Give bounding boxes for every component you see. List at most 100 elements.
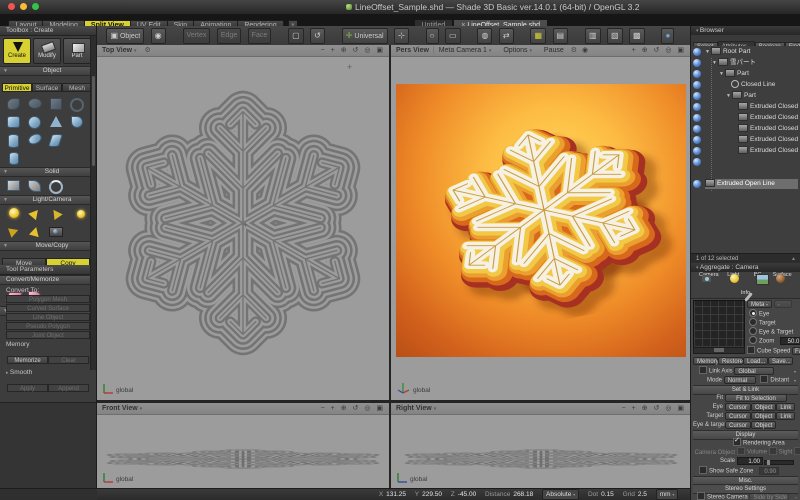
pers-view-label[interactable]: Pers View — [396, 47, 429, 54]
wedge-primitive-icon[interactable] — [66, 113, 87, 131]
cylinder-primitive-icon[interactable] — [3, 131, 24, 149]
solid-sweep-icon[interactable] — [24, 177, 45, 195]
right-view-label[interactable]: Right View — [396, 405, 432, 412]
render-flag-toggle[interactable] — [693, 147, 701, 155]
smooth-apply-button[interactable]: Apply — [7, 384, 48, 392]
ambient-light-icon[interactable] — [24, 223, 45, 241]
zoom-value-field[interactable]: 50.0 — [780, 337, 800, 345]
eye-link-button[interactable]: Link — [776, 403, 795, 411]
edge-mode-button[interactable]: Edge — [217, 28, 241, 44]
unit-dropdown[interactable]: mm ▾ — [656, 489, 679, 500]
front-view-label[interactable]: Front View — [102, 405, 138, 412]
tab-surface[interactable]: Surface — [32, 83, 62, 92]
small-cylinder-primitive-icon[interactable] — [3, 149, 24, 167]
face-mode-button[interactable]: Face — [248, 28, 272, 44]
link-axis-dropdown[interactable]: Global ▾ — [734, 367, 774, 375]
tab-mesh[interactable]: Mesh — [62, 83, 92, 92]
linear-light-icon[interactable] — [3, 223, 24, 241]
aggregate-tab-bg[interactable]: BG — [748, 272, 768, 278]
render-flag-toggle[interactable] — [693, 136, 701, 144]
convert-joint-object-button[interactable]: Joint Object — [6, 331, 90, 339]
render-flag-toggle[interactable] — [693, 103, 701, 111]
view-settings-gear-icon[interactable]: ⚙ — [145, 47, 151, 54]
tree-item-part-2[interactable]: ▼Part — [726, 91, 756, 101]
tree-item-extruded-closed[interactable]: Extruded Closed — [738, 102, 798, 112]
top-view-global-label[interactable]: global — [116, 387, 133, 394]
close-window-icon[interactable] — [8, 3, 15, 10]
smooth-append-button[interactable]: Append — [48, 384, 89, 392]
safe-zone-value-field[interactable]: 0.90 — [759, 467, 779, 475]
distant-light-icon[interactable] — [45, 205, 66, 223]
pers-render-image[interactable] — [396, 84, 686, 357]
front-view-controls[interactable]: − + ⊕ ↺ ◎ ▣ — [321, 403, 385, 414]
radio-eye-row[interactable]: Eye — [749, 310, 798, 318]
convert-memorize-header[interactable]: Convert/Memorize — [0, 275, 96, 285]
sphere-primitive-icon[interactable] — [24, 113, 45, 131]
rotate-view-button[interactable]: ◍ — [477, 28, 492, 44]
pers-pause-button[interactable]: Pause — [544, 47, 564, 54]
pers-options-menu[interactable]: Options — [503, 47, 527, 54]
meta-dropdown[interactable]: Meta ▾ — [747, 300, 772, 308]
stereo-camera-checkbox[interactable] — [697, 492, 705, 500]
eye-radio[interactable] — [749, 309, 757, 317]
tree-item-extruded-open-line[interactable]: Extruded Open Line — [705, 179, 798, 189]
target-radio[interactable] — [749, 318, 757, 326]
render-flag-toggle[interactable] — [693, 180, 701, 188]
coordinate-mode-dropdown[interactable]: Absolute ▾ — [542, 489, 579, 500]
light-toggle-button[interactable]: ○ — [426, 28, 439, 44]
cube-speed-value-dropdown[interactable]: Fa▾ — [792, 347, 800, 355]
camera-mode-button[interactable]: ◉ — [151, 28, 166, 44]
meta-sub-dropdown[interactable]: ▾ — [774, 300, 792, 308]
disc-primitive-icon[interactable] — [24, 131, 45, 149]
extrude-tool-icon[interactable] — [45, 95, 66, 113]
tree-item-snow-part[interactable]: ▼雪パート — [712, 58, 756, 68]
render-flag-toggle[interactable] — [693, 158, 701, 166]
spot-light-icon[interactable] — [24, 205, 45, 223]
tree-item-extruded-closed[interactable]: Extruded Closed — [738, 113, 798, 123]
memorize-button[interactable]: Memorize — [7, 356, 48, 364]
aggregate-tab-info[interactable]: Info — [736, 290, 756, 296]
move-copy-section-header[interactable]: ▼Move/Copy — [0, 241, 96, 251]
freeform-tool-icon[interactable] — [3, 95, 24, 113]
target-link-button[interactable]: Link — [776, 412, 795, 420]
pers-view-global-label[interactable]: global — [413, 387, 430, 394]
link-axis-checkbox[interactable] — [699, 366, 707, 374]
safe-zone-checkbox[interactable] — [699, 466, 707, 474]
render-flag-toggle[interactable] — [693, 114, 701, 122]
shaded-display-button[interactable]: ▧ — [607, 28, 623, 44]
cone-primitive-icon[interactable] — [45, 113, 66, 131]
front-viewport[interactable]: Front View ▾ − + ⊕ ↺ ◎ ▣ global — [97, 403, 389, 488]
toolbox-scrollbar-handle[interactable] — [92, 76, 95, 166]
top-viewport[interactable]: Top View ▾ ⚙ − + ⊕ ↺ ◎ ▣ + + global — [97, 45, 389, 400]
render-flag-toggle[interactable] — [693, 92, 701, 100]
convert-curved-surface-button[interactable]: Curved Surface — [6, 304, 90, 312]
camera-object-icon[interactable] — [45, 223, 66, 241]
camera-pan-slider-handle[interactable] — [714, 348, 724, 352]
sight-checkbox[interactable] — [769, 447, 777, 455]
clear-button[interactable]: Clear — [48, 356, 89, 364]
object-mode-button[interactable]: ▣ Object — [106, 28, 144, 44]
eye-target-cursor-button[interactable]: Cursor — [725, 421, 751, 429]
scale-value-field[interactable]: 1.00 — [737, 457, 763, 465]
solid-section-header[interactable]: ▼Solid — [0, 167, 96, 177]
mirror-button[interactable]: ⇄ — [499, 28, 514, 44]
toolbox-scrollbar[interactable] — [90, 36, 96, 370]
pers-viewport[interactable]: Pers View | Meta Camera 1 ▾ Options ▾ Pa… — [391, 45, 690, 400]
tree-item-extruded-closed[interactable]: Extruded Closed — [738, 146, 798, 156]
render-flag-toggle[interactable] — [693, 48, 701, 56]
cube-speed-checkbox[interactable] — [747, 346, 755, 354]
mode-dropdown[interactable]: Normal ▾ — [724, 376, 756, 384]
convert-pseudo-polygon-button[interactable]: Pseudo Polygon — [6, 322, 90, 330]
four-view-button[interactable]: ▦ — [530, 28, 546, 44]
camera-save-button[interactable]: Save... — [768, 357, 793, 365]
render-flag-toggle[interactable] — [693, 59, 701, 67]
radio-target-row[interactable]: Target — [749, 319, 798, 327]
eye-cursor-button[interactable]: Cursor — [725, 403, 751, 411]
zoom-window-icon[interactable] — [32, 3, 39, 10]
ring-tool-icon[interactable] — [66, 95, 87, 113]
rounded-box-primitive-icon[interactable] — [3, 113, 24, 131]
camera-pan-widget[interactable] — [693, 300, 745, 348]
render-flag-toggle[interactable] — [693, 70, 701, 78]
tree-item-closed-line[interactable]: Closed Line — [731, 80, 775, 90]
tree-item-root-part[interactable]: ▼Root Part — [705, 47, 750, 57]
